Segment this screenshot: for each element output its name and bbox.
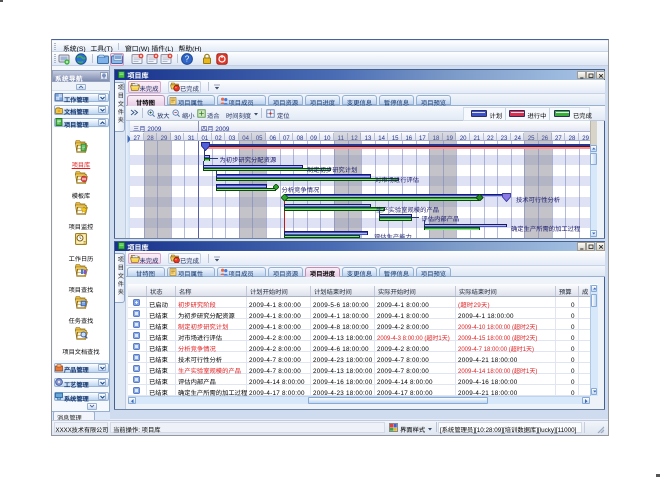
svg-text:?: ? — [185, 55, 190, 64]
